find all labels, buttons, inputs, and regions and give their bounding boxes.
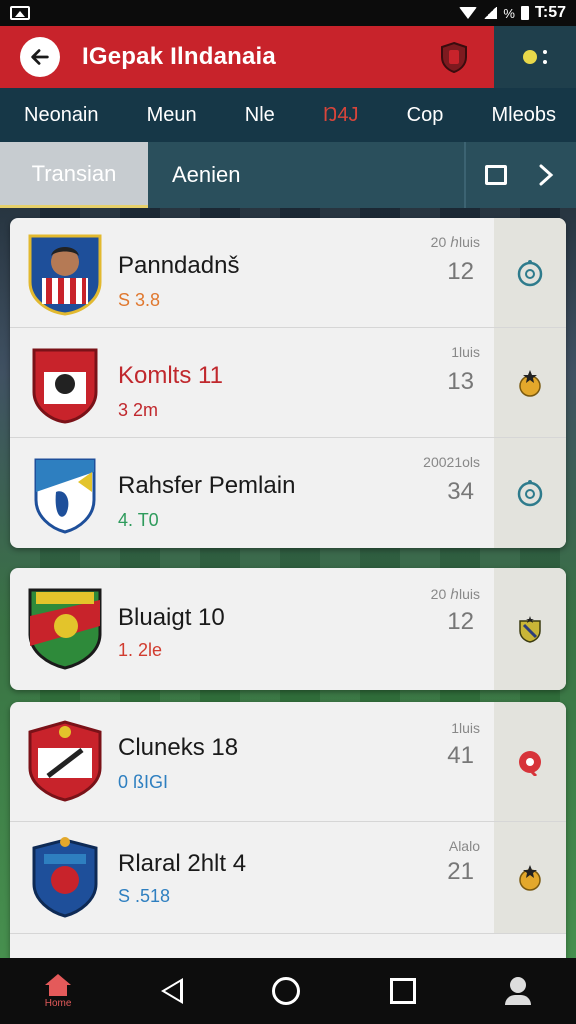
club-number: 12: [447, 608, 474, 635]
circle-home-icon: [272, 977, 301, 1005]
wifi-icon: [459, 7, 478, 19]
chevron-right-icon: [539, 164, 554, 186]
more-options-button[interactable]: [494, 26, 576, 88]
club-stat: 3 2m: [118, 400, 159, 420]
triangle-back-icon: [160, 978, 183, 1004]
signal-icon: [483, 7, 498, 19]
subtab-other[interactable]: Aenien: [172, 162, 241, 188]
ball-badge-icon: [517, 259, 543, 286]
shield-icon[interactable]: [440, 41, 468, 73]
row-action[interactable]: [494, 438, 566, 548]
row-action[interactable]: [494, 702, 566, 821]
list-item[interactable]: Cluneks 18 0 ßIGI 1luis 41: [10, 702, 566, 822]
club-meta: Alalo: [448, 838, 480, 854]
star-badge-icon: [519, 864, 541, 891]
club-crest-icon: [28, 720, 102, 802]
home-icon: [45, 973, 72, 996]
list-item-partial[interactable]: [10, 934, 566, 958]
club-meta: 20021ols: [423, 454, 480, 470]
status-bar: % T:57: [0, 0, 576, 26]
nav-back-button[interactable]: [160, 978, 183, 1004]
club-crest-icon: [28, 234, 102, 316]
kebab-menu-icon: [543, 50, 547, 64]
coin-icon: [523, 50, 537, 64]
club-crest-icon: [34, 458, 96, 534]
club-name: Cluneks 18: [118, 734, 239, 761]
club-card: Cluneks 18 0 ßIGI 1luis 41 Rlaral 2hlt 4…: [10, 702, 566, 958]
square-button[interactable]: [466, 142, 526, 208]
row-action[interactable]: [494, 218, 566, 327]
tab-0[interactable]: Neonain: [0, 104, 118, 145]
main-tabs: Neonain Meun Nle Ŋ4J Cop Mleobs: [0, 88, 576, 145]
club-name: Komlts 11: [118, 362, 223, 389]
profile-button[interactable]: [505, 977, 532, 1005]
tab-3[interactable]: Ŋ4J: [323, 104, 359, 127]
person-body-icon: [505, 995, 532, 1005]
tab-4[interactable]: Cop: [407, 104, 444, 127]
nav-home-button[interactable]: [272, 977, 301, 1005]
person-icon: [510, 977, 527, 993]
app-bar: IGepak Ilndanaia: [0, 26, 576, 88]
club-number: 34: [447, 478, 474, 505]
square-recents-icon: [389, 978, 416, 1004]
battery-percent: %: [503, 5, 515, 21]
back-button[interactable]: [20, 37, 60, 77]
list-item[interactable]: Komlts 11 3 2m 1luis 13: [10, 328, 566, 438]
tab-5[interactable]: Mleobs: [491, 104, 555, 127]
club-stat: 4. T0: [118, 510, 159, 530]
sub-tabs: Transian Aenien: [0, 142, 576, 208]
list-item[interactable]: Rahsfer Pemlain 4. T0 20021ols 34: [10, 438, 566, 548]
nav-recents-button[interactable]: [389, 978, 416, 1004]
home-button[interactable]: Home: [44, 973, 72, 1009]
clock: T:57: [534, 4, 566, 21]
battery-icon: [520, 6, 529, 20]
club-crest-icon: [32, 837, 98, 918]
club-meta: 20 ℎluis: [430, 586, 480, 602]
image-notification-icon: [10, 6, 30, 20]
next-button[interactable]: [526, 142, 566, 208]
club-number: 41: [447, 742, 474, 769]
club-number: 12: [447, 258, 474, 285]
club-name: Rahsfer Pemlain: [118, 472, 296, 499]
club-stat: 0 ßIGI: [118, 772, 169, 792]
club-crest-icon: [28, 588, 102, 670]
shield-badge-icon: [519, 616, 541, 643]
bottom-nav: Home: [0, 958, 576, 1024]
arrow-left-icon: [31, 49, 49, 65]
square-icon: [485, 165, 507, 185]
tab-1[interactable]: Meun: [147, 104, 197, 127]
subtab-selected[interactable]: Transian: [0, 142, 148, 208]
club-stat: S 3.8: [118, 290, 161, 310]
ball-badge-icon: [517, 480, 543, 507]
home-label: Home: [44, 997, 72, 1009]
row-action[interactable]: [494, 328, 566, 437]
club-card: Bluaigt 10 1. 2le 20 ℎluis 12: [10, 568, 566, 690]
club-meta: 20 ℎluis: [430, 234, 480, 250]
row-action[interactable]: [494, 822, 566, 933]
club-crest-icon: [32, 348, 98, 424]
club-stat: S .518: [118, 886, 171, 906]
club-number: 21: [447, 858, 474, 885]
list-item[interactable]: Bluaigt 10 1. 2le 20 ℎluis 12: [10, 568, 566, 690]
club-name: Rlaral 2hlt 4: [118, 850, 247, 877]
club-meta: 1luis: [451, 344, 480, 360]
club-meta: 1luis: [451, 720, 480, 736]
row-action[interactable]: [494, 568, 566, 690]
club-card: Panndadnš S 3.8 20 ℎluis 12 Komlts 11 3 …: [10, 218, 566, 548]
tab-2[interactable]: Nle: [245, 104, 275, 127]
club-name: Panndadnš: [118, 252, 240, 279]
list-item[interactable]: Panndadnš S 3.8 20 ℎluis 12: [10, 218, 566, 328]
club-number: 13: [447, 368, 474, 395]
list-item[interactable]: Rlaral 2hlt 4 S .518 Alalo 21: [10, 822, 566, 934]
star-badge-icon: [519, 369, 541, 397]
app-title: IGepak Ilndanaia: [82, 43, 276, 70]
club-stat: 1. 2le: [118, 640, 163, 660]
ball-badge-icon: [519, 750, 541, 776]
club-name: Bluaigt 10: [118, 604, 225, 631]
